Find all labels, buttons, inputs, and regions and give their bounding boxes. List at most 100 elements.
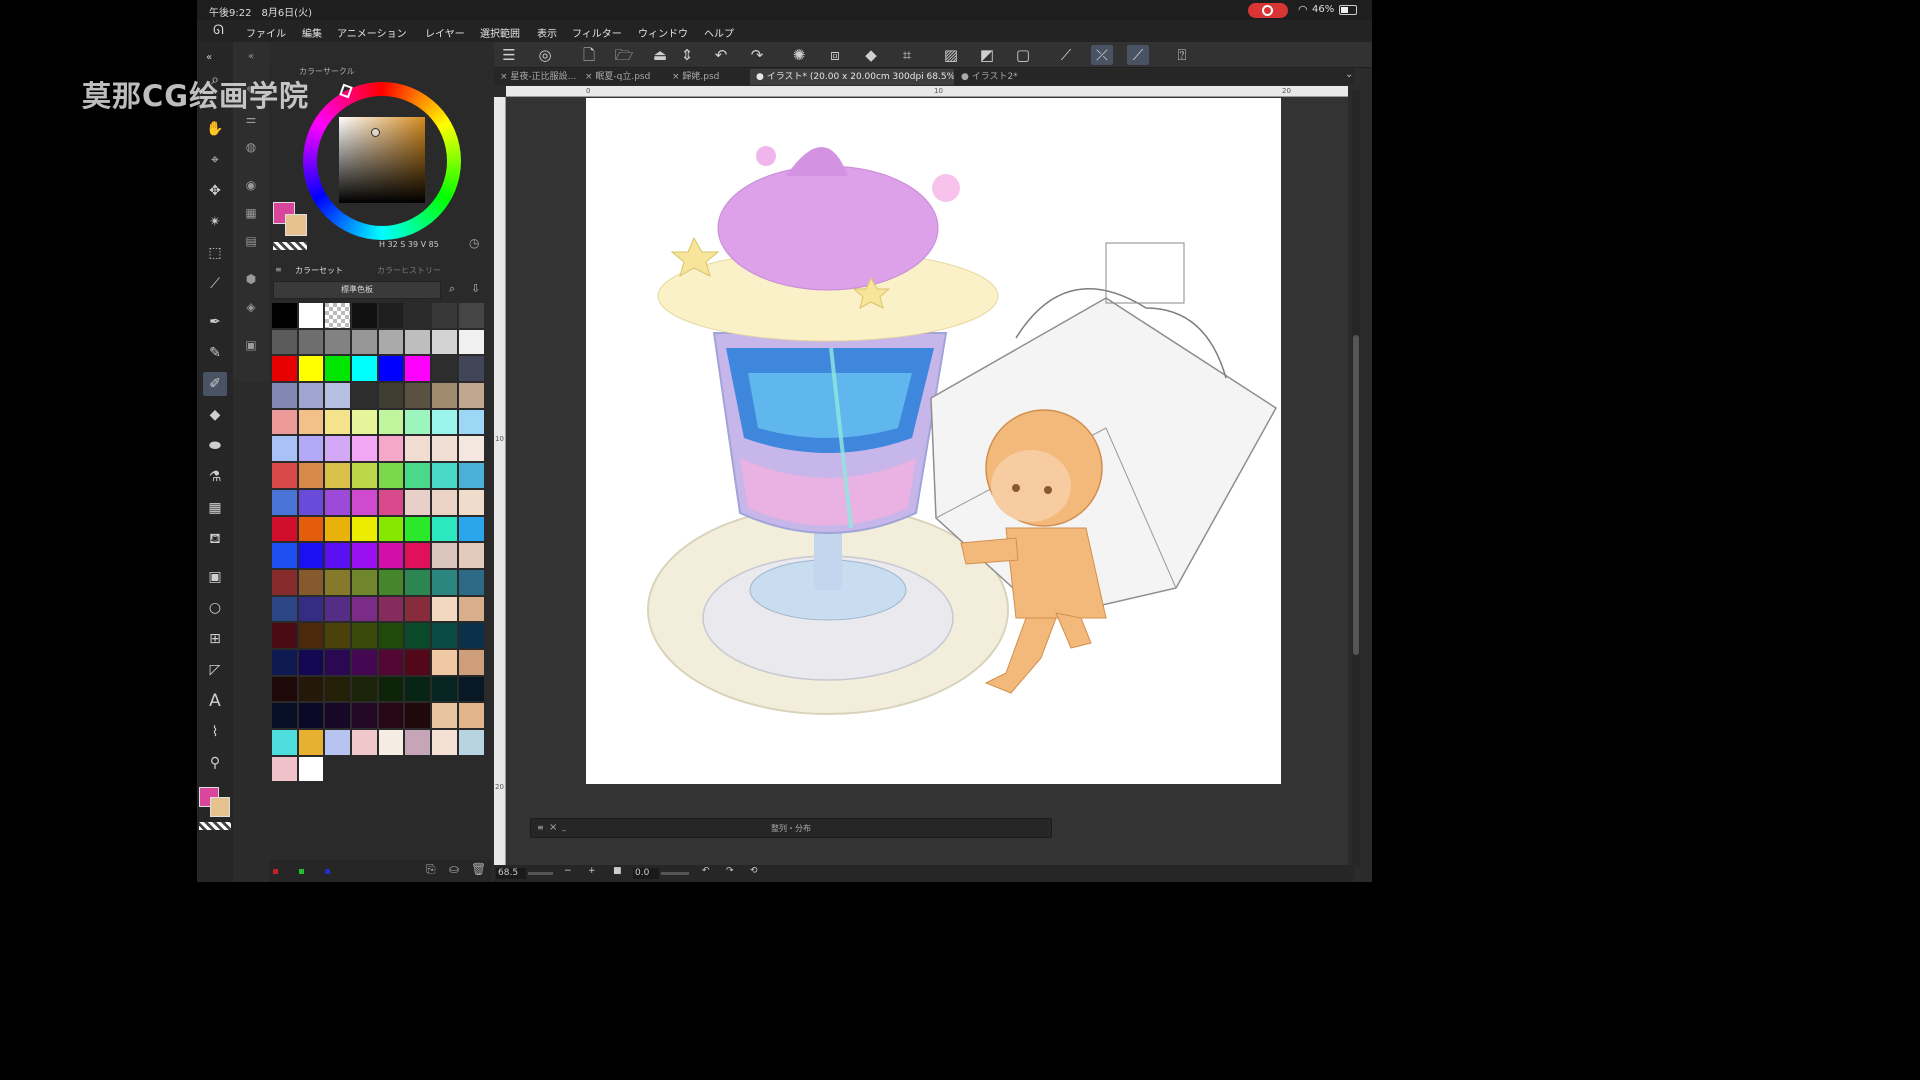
document-tab[interactable]: ● イラスト2* (955, 69, 1035, 85)
selection-clear-icon[interactable]: ▨ (940, 45, 962, 65)
collapse-chevron-icon[interactable]: « (239, 46, 263, 68)
palette-swatch[interactable] (404, 622, 432, 649)
palette-swatch[interactable] (457, 648, 485, 676)
palette-swatch[interactable] (324, 702, 352, 729)
palette-swatch[interactable] (351, 702, 378, 729)
palette-swatch[interactable] (297, 355, 325, 383)
palette-swatch[interactable] (297, 702, 325, 729)
fill-bucket-icon[interactable]: ◆ (860, 45, 882, 65)
palette-swatch[interactable] (431, 568, 458, 596)
palette-swatch[interactable] (404, 515, 432, 543)
palette-swatch[interactable] (351, 488, 378, 516)
palette-swatch[interactable] (457, 729, 485, 756)
palette-swatch[interactable] (297, 595, 325, 623)
palette-swatch[interactable] (431, 595, 458, 623)
palette-swatch[interactable] (457, 328, 485, 356)
palette-swatch[interactable] (351, 622, 378, 649)
menu-file[interactable]: ファイル (246, 25, 286, 40)
selection-invert-icon[interactable]: ◩ (976, 45, 998, 65)
palette-swatch[interactable] (271, 488, 298, 516)
eyedropper-tool-icon[interactable]: ⟋ (203, 272, 227, 296)
sv-cursor[interactable] (371, 128, 380, 137)
panel-menu-icon[interactable]: ≡ (537, 823, 544, 832)
crop-icon[interactable]: ⌗ (896, 45, 918, 65)
palette-swatch[interactable] (271, 435, 298, 463)
palette-swatch[interactable] (431, 729, 458, 756)
rotation-value[interactable]: 0.0 (633, 868, 659, 879)
palette-swatch[interactable] (377, 648, 405, 676)
menu-filter[interactable]: フィルター (572, 25, 622, 40)
brush-snap-icon[interactable]: ⤫ (1091, 45, 1113, 65)
sub-color-swatch[interactable] (210, 797, 230, 817)
pen-snap-icon[interactable]: ⟋ (1127, 45, 1149, 65)
palette-swatch[interactable] (431, 302, 458, 329)
palette-dropdown[interactable]: 標準色板 (273, 281, 441, 299)
palette-swatch[interactable] (457, 355, 485, 383)
pencil-tool-icon[interactable]: ✎ (203, 341, 227, 365)
palette-swatch[interactable] (404, 355, 432, 383)
frame-tool-icon[interactable]: ⊞ (203, 627, 227, 651)
palette-swatch[interactable] (351, 462, 378, 489)
palette-swatch[interactable] (404, 302, 432, 329)
palette-swatch[interactable] (431, 328, 458, 356)
palette-swatch[interactable] (271, 302, 298, 329)
palette-swatch[interactable] (297, 755, 325, 783)
ruler-tool-icon[interactable]: ◸ (203, 658, 227, 682)
palette-swatch[interactable] (271, 328, 298, 356)
palette-swatch[interactable] (324, 302, 352, 329)
palette-swatch[interactable] (324, 408, 352, 436)
palette-swatch[interactable] (404, 675, 432, 703)
fit-screen-icon[interactable]: ■ (613, 866, 622, 876)
document-tab[interactable]: × 星夜-正比服設... (494, 69, 578, 85)
decoration-tool-icon[interactable]: ▦ (203, 496, 227, 520)
selection-tool-icon[interactable]: ⬚ (203, 241, 227, 265)
palette-swatch[interactable] (457, 515, 485, 543)
document-tab-active[interactable]: ● イラスト* (20.00 x 20.00cm 300dpi 68.5%) (750, 69, 954, 85)
vertical-scrollbar-thumb[interactable] (1353, 335, 1359, 655)
palette-swatch[interactable] (377, 408, 405, 436)
palette-swatch[interactable] (297, 622, 325, 649)
palette-swatch[interactable] (297, 568, 325, 596)
palette-swatch[interactable] (377, 702, 405, 729)
align-distribute-panel[interactable]: ≡ × _ 整列・分布 (530, 818, 1052, 838)
palette-swatch[interactable] (324, 328, 352, 356)
palette-swatch[interactable] (324, 435, 352, 463)
palette-swatch[interactable] (457, 408, 485, 436)
loading-spinner-icon[interactable]: ✺ (788, 45, 810, 65)
transparent-color-chip[interactable] (273, 242, 307, 250)
menu-edit[interactable]: 編集 (302, 25, 322, 40)
palette-swatch[interactable] (351, 648, 378, 676)
reset-rotation-icon[interactable]: ⟲ (750, 866, 758, 876)
palette-swatch[interactable] (404, 328, 432, 356)
intermediate-color-tab-icon[interactable]: ▤ (239, 230, 263, 252)
fill-tool-icon[interactable]: ⛾ (203, 527, 227, 551)
palette-import-icon[interactable]: ⇩ (471, 282, 480, 295)
palette-swatch[interactable] (324, 355, 352, 383)
palette-swatch[interactable] (271, 755, 298, 783)
tabs-chevron-down-icon[interactable]: ⌄ (1345, 69, 1353, 80)
balloon-tool-icon[interactable]: ⌇ (203, 720, 227, 744)
palette-swatch[interactable] (324, 622, 352, 649)
palette-swatch[interactable] (351, 675, 378, 703)
blend-tool-icon[interactable]: ⬬ (203, 434, 227, 458)
menu-window[interactable]: ウィンドウ (638, 25, 688, 40)
palette-swatch[interactable] (324, 595, 352, 623)
palette-swatch[interactable] (271, 729, 298, 756)
eraser-tool-icon[interactable]: ◆ (203, 403, 227, 427)
palette-swatch[interactable] (431, 488, 458, 516)
palette-swatch[interactable] (457, 382, 485, 409)
delete-color-icon[interactable]: 🗑 (471, 862, 486, 876)
minimize-icon[interactable]: _ (562, 822, 566, 831)
palette-swatch[interactable] (297, 408, 325, 436)
document-tab[interactable]: × 眠夏-q立.psd (579, 69, 665, 85)
zoom-in-icon[interactable]: + (588, 866, 596, 876)
palette-swatch[interactable] (351, 408, 378, 436)
palette-swatch[interactable] (404, 568, 432, 596)
hand-tool-icon[interactable]: ✋ (203, 117, 227, 141)
palette-swatch[interactable] (457, 595, 485, 623)
palette-swatch[interactable] (351, 302, 378, 329)
palette-swatch[interactable] (377, 595, 405, 623)
palette-swatch[interactable] (377, 462, 405, 489)
palette-swatch[interactable] (271, 355, 298, 383)
palette-swatch[interactable] (297, 542, 325, 569)
